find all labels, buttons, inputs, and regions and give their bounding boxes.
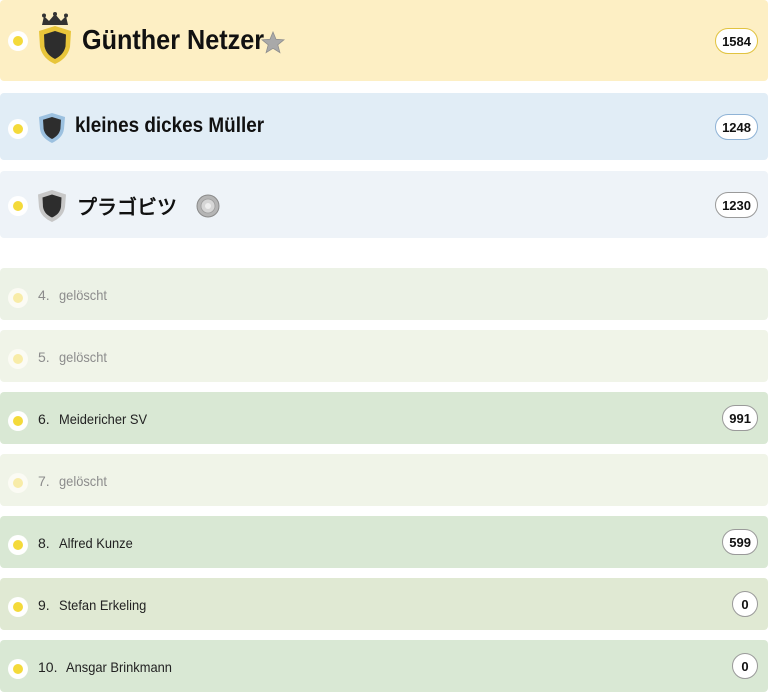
status-dot	[8, 349, 28, 369]
leaderboard-row-8[interactable]: 8. Alfred Kunze 599	[0, 516, 768, 568]
leaderboard-row-2[interactable]: kleines dickes Müller 1248	[0, 93, 768, 160]
player-name: gelöscht	[59, 473, 107, 489]
score-badge: 1230	[715, 192, 758, 218]
leaderboard-row-4[interactable]: 4. gelöscht	[0, 268, 768, 320]
score-badge: 0	[732, 653, 758, 679]
rank-number: 8.	[38, 535, 50, 551]
rank-number: 4.	[38, 287, 50, 303]
status-dot	[8, 659, 28, 679]
rank-number: 5.	[38, 349, 50, 365]
leaderboard-row-3[interactable]: プラゴビツ 1230	[0, 171, 768, 238]
player-name[interactable]: kleines dickes Müller	[75, 114, 264, 138]
rank-number: 7.	[38, 473, 50, 489]
status-dot	[8, 411, 28, 431]
leaderboard-row-9[interactable]: 9. Stefan Erkeling 0	[0, 578, 768, 630]
player-name[interactable]: プラゴビツ	[77, 191, 177, 220]
crown-icon	[42, 12, 68, 25]
player-name: gelöscht	[59, 349, 107, 365]
score-badge: 599	[722, 529, 758, 555]
status-dot	[8, 288, 28, 308]
coin-badge-icon	[196, 194, 220, 218]
score-badge: 1248	[715, 114, 758, 140]
player-name[interactable]: Günther Netzer	[82, 24, 264, 56]
rank-number: 10.	[38, 659, 58, 675]
status-dot	[8, 119, 28, 139]
player-name[interactable]: Meidericher SV	[59, 411, 147, 427]
score-badge: 991	[722, 405, 758, 431]
leaderboard-row-6[interactable]: 6. Meidericher SV 991	[0, 392, 768, 444]
gold-shield-icon	[39, 26, 71, 64]
leaderboard-row-1[interactable]: Günther Netzer 1584	[0, 0, 768, 81]
rank-number: 6.	[38, 411, 50, 427]
star-icon	[261, 31, 285, 54]
status-dot	[8, 597, 28, 617]
player-name[interactable]: Alfred Kunze	[59, 535, 133, 551]
leaderboard-row-7[interactable]: 7. gelöscht	[0, 454, 768, 506]
status-dot	[8, 31, 28, 51]
player-name[interactable]: Stefan Erkeling	[59, 597, 146, 613]
status-dot	[8, 196, 28, 216]
leaderboard-row-5[interactable]: 5. gelöscht	[0, 330, 768, 382]
status-dot	[8, 473, 28, 493]
leaderboard-row-10[interactable]: 10. Ansgar Brinkmann 0	[0, 640, 768, 692]
score-badge: 1584	[715, 28, 758, 54]
score-badge: 0	[732, 591, 758, 617]
rank-number: 9.	[38, 597, 50, 613]
player-name[interactable]: Ansgar Brinkmann	[66, 659, 172, 675]
status-dot	[8, 535, 28, 555]
silver-blue-shield-icon	[39, 113, 65, 143]
player-name: gelöscht	[59, 287, 107, 303]
gray-shield-icon	[38, 190, 66, 222]
